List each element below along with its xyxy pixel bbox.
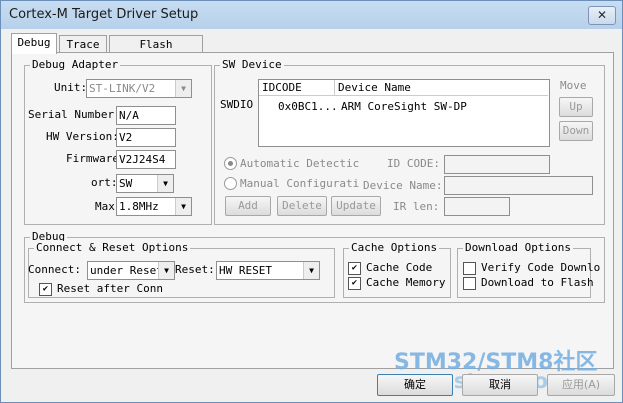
automatic-detection-radio[interactable] (224, 157, 237, 170)
max-clock-select[interactable]: 1.8MHz ▼ (116, 197, 192, 216)
reset-value: HW RESET (219, 264, 272, 277)
row-idcode: 0x0BC1... (278, 100, 338, 113)
cache-memory-checkbox[interactable]: ✔ (348, 277, 361, 290)
unit-value: ST-LINK/V2 (89, 82, 156, 95)
verify-code-download-label: Verify Code Downlo (481, 261, 601, 274)
download-to-flash-label: Download to Flash (481, 276, 594, 289)
move-up-button[interactable]: Up (559, 97, 593, 117)
sw-device-list[interactable]: IDCODE Device Name 0x0BC1... ARM CoreSig… (258, 79, 550, 147)
download-options-title: Download Options (463, 241, 573, 254)
max-clock-value: 1.8MHz (119, 200, 159, 213)
connect-reset-group: Connect & Reset Options Connect: under R… (28, 241, 335, 298)
tab-panel: Debug Adapter Unit: ST-LINK/V2 ▼ Serial N… (11, 52, 614, 369)
device-name-label: Device Name: (363, 179, 443, 192)
verify-code-download-checkbox[interactable] (463, 262, 476, 275)
manual-configuration-radio[interactable] (224, 177, 237, 190)
move-label: Move (560, 79, 587, 92)
connect-select[interactable]: under Reset ▼ (87, 261, 175, 280)
device-name-field[interactable] (444, 176, 593, 195)
cache-options-title: Cache Options (349, 241, 440, 254)
check-icon: ✔ (42, 284, 49, 294)
debug-group: Debug Connect & Reset Options Connect: u… (24, 230, 605, 303)
chevron-down-icon: ▼ (157, 175, 173, 192)
cancel-button[interactable]: 取消 (462, 374, 538, 396)
delete-button[interactable]: Delete (277, 196, 327, 216)
manual-configuration-label: Manual Configurati (240, 177, 360, 190)
hw-version-field: V2 (116, 128, 176, 147)
serial-number-field: N/A (116, 106, 176, 125)
check-icon: ✔ (351, 263, 358, 273)
firmware-label: Firmware (66, 152, 119, 165)
download-to-flash-checkbox[interactable] (463, 277, 476, 290)
download-options-group: Download Options Verify Code Downlo Down… (457, 241, 600, 298)
cache-code-checkbox[interactable]: ✔ (348, 262, 361, 275)
tab-debug[interactable]: Debug (11, 33, 57, 54)
column-device-name[interactable]: Device Name (335, 80, 548, 96)
debug-adapter-title: Debug Adapter (30, 58, 121, 71)
tab-trace[interactable]: Trace (59, 35, 107, 53)
connect-label: Connect: (28, 263, 81, 276)
close-button[interactable]: ✕ (588, 6, 616, 25)
reset-after-connect-checkbox[interactable]: ✔ (39, 283, 52, 296)
port-select[interactable]: SW ▼ (116, 174, 174, 193)
serial-number-label: Serial Number: (28, 108, 121, 121)
automatic-detection-label: Automatic Detectic (240, 157, 360, 170)
cache-code-label: Cache Code (366, 261, 433, 274)
max-clock-label: Max (95, 200, 115, 213)
column-idcode[interactable]: IDCODE (259, 80, 335, 96)
unit-select[interactable]: ST-LINK/V2 ▼ (86, 79, 192, 98)
close-icon: ✕ (596, 8, 608, 22)
check-icon: ✔ (351, 278, 358, 288)
chevron-down-icon: ▼ (303, 262, 319, 279)
move-down-button[interactable]: Down (559, 121, 593, 141)
apply-button[interactable]: 应用(A) (547, 374, 615, 396)
update-button[interactable]: Update (331, 196, 381, 216)
port-value: SW (119, 177, 133, 190)
reset-after-connect-label: Reset after Conn (57, 282, 163, 295)
chevron-down-icon: ▼ (175, 80, 191, 97)
cache-memory-label: Cache Memory (366, 276, 446, 289)
hw-version-label: HW Version: (46, 130, 119, 143)
debug-adapter-group: Debug Adapter Unit: ST-LINK/V2 ▼ Serial N… (24, 58, 212, 225)
add-button[interactable]: Add (225, 196, 271, 216)
sw-device-group: SW Device SWDIO IDCODE Device Name 0x0BC… (214, 58, 605, 225)
title-bar[interactable]: Cortex-M Target Driver Setup ✕ (1, 1, 622, 29)
firmware-field: V2J24S4 (116, 150, 176, 169)
reset-label: Reset: (175, 263, 215, 276)
dialog-window: Cortex-M Target Driver Setup ✕ Debug Tra… (0, 0, 623, 403)
ir-len-label: IR len: (393, 200, 440, 213)
tab-flash-download[interactable]: Flash Download (109, 35, 203, 68)
chevron-down-icon: ▼ (175, 198, 191, 215)
port-label: ort: (91, 176, 118, 189)
row-device-name: ARM CoreSight SW-DP (341, 100, 467, 113)
sw-device-title: SW Device (220, 58, 284, 71)
id-code-field[interactable] (444, 155, 550, 174)
reset-select[interactable]: HW RESET ▼ (216, 261, 320, 280)
chevron-down-icon: ▼ (158, 262, 174, 279)
ok-button[interactable]: 确定 (377, 374, 453, 396)
window-title: Cortex-M Target Driver Setup (9, 7, 199, 22)
unit-label: Unit: (54, 81, 88, 94)
swdio-label: SWDIO (220, 98, 254, 111)
connect-reset-title: Connect & Reset Options (34, 241, 191, 254)
id-code-label: ID CODE: (387, 157, 440, 170)
ir-len-field[interactable] (444, 197, 510, 216)
cache-options-group: Cache Options ✔ Cache Code ✔ Cache Memor… (343, 241, 451, 298)
connect-value: under Reset (90, 264, 163, 277)
